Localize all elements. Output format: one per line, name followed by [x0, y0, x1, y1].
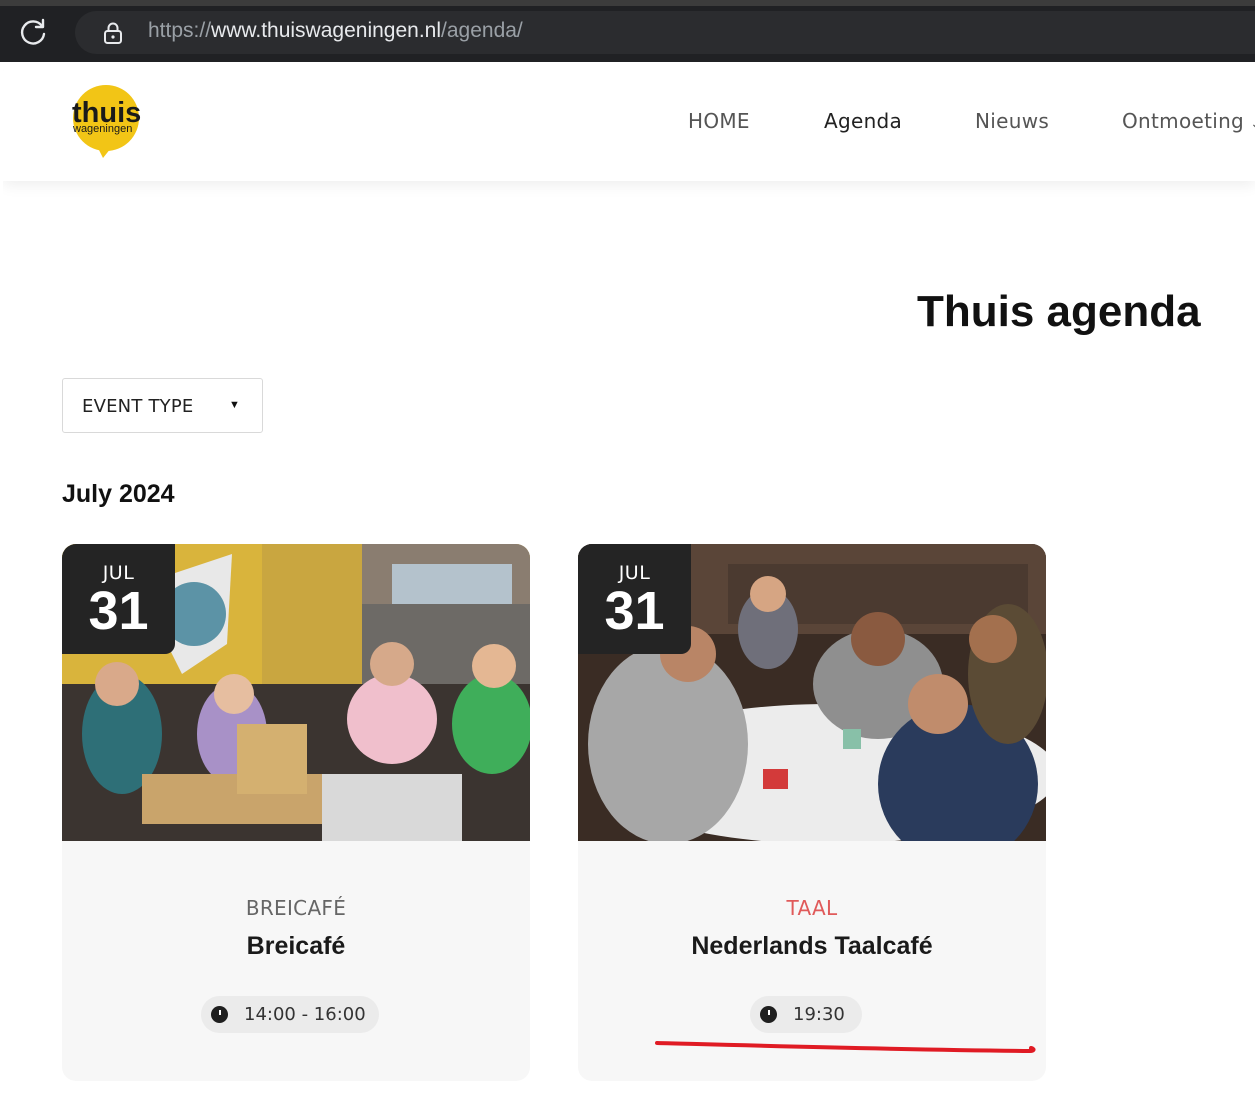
month-heading: July 2024 — [62, 480, 175, 508]
chevron-down-icon: ⌄ — [1250, 116, 1255, 132]
url-path: /agenda/ — [441, 19, 523, 42]
nav-ontmoeting-label: Ontmoeting — [1122, 109, 1245, 133]
red-underline-annotation — [655, 1041, 1036, 1054]
url-text[interactable]: https://www.thuiswageningen.nl/agenda/ — [148, 19, 523, 43]
event-category[interactable]: BREICAFÉ — [62, 896, 530, 920]
event-type-label: EVENT TYPE — [82, 396, 194, 417]
event-image-knitting[interactable]: JUL 31 — [62, 544, 530, 841]
site-header: thuis wageningen HOME Agenda Nieuws Ontm… — [3, 62, 1255, 181]
nav-agenda[interactable]: Agenda — [824, 109, 902, 133]
clock-icon — [760, 1006, 777, 1023]
date-badge: JUL 31 — [578, 544, 691, 654]
event-card[interactable]: JUL 31 BREICAFÉ Breicafé 14:00 - 16:00 — [62, 544, 530, 1081]
nav-nieuws[interactable]: Nieuws — [975, 109, 1049, 133]
event-title[interactable]: Nederlands Taalcafé — [578, 932, 1046, 961]
event-image-taalcafe[interactable]: JUL 31 — [578, 544, 1046, 841]
svg-text:wageningen: wageningen — [72, 123, 132, 135]
nav-ontmoeting[interactable]: Ontmoeting ⌄ — [1122, 109, 1255, 133]
web-page: thuis wageningen HOME Agenda Nieuws Ontm… — [3, 62, 1255, 1114]
browser-toolbar: https://www.thuiswageningen.nl/agenda/ — [0, 0, 1255, 62]
site-logo[interactable]: thuis wageningen — [67, 80, 147, 160]
reload-icon[interactable] — [18, 17, 48, 47]
caret-down-icon: ▼ — [229, 399, 240, 411]
event-type-dropdown[interactable]: EVENT TYPE ▼ — [62, 378, 263, 433]
event-card[interactable]: JUL 31 TAAL Nederlands Taalcafé 19:30 — [578, 544, 1046, 1081]
nav-home[interactable]: HOME — [688, 109, 750, 133]
event-title[interactable]: Breicafé — [62, 932, 530, 961]
url-host: www.thuiswageningen.nl — [211, 19, 442, 42]
event-time-text: 14:00 - 16:00 — [244, 1004, 366, 1025]
tab-strip-edge — [0, 0, 1255, 6]
date-badge: JUL 31 — [62, 544, 175, 654]
event-time: 19:30 — [750, 996, 862, 1033]
date-day: 31 — [604, 581, 665, 641]
event-time-text: 19:30 — [793, 1004, 845, 1025]
event-time: 14:00 - 16:00 — [201, 996, 379, 1033]
date-day: 31 — [88, 581, 149, 641]
clock-icon — [211, 1006, 228, 1023]
page-title: Thuis agenda — [917, 287, 1201, 336]
lock-icon[interactable] — [100, 20, 126, 46]
url-scheme: https:// — [148, 19, 212, 42]
event-category[interactable]: TAAL — [578, 896, 1046, 920]
